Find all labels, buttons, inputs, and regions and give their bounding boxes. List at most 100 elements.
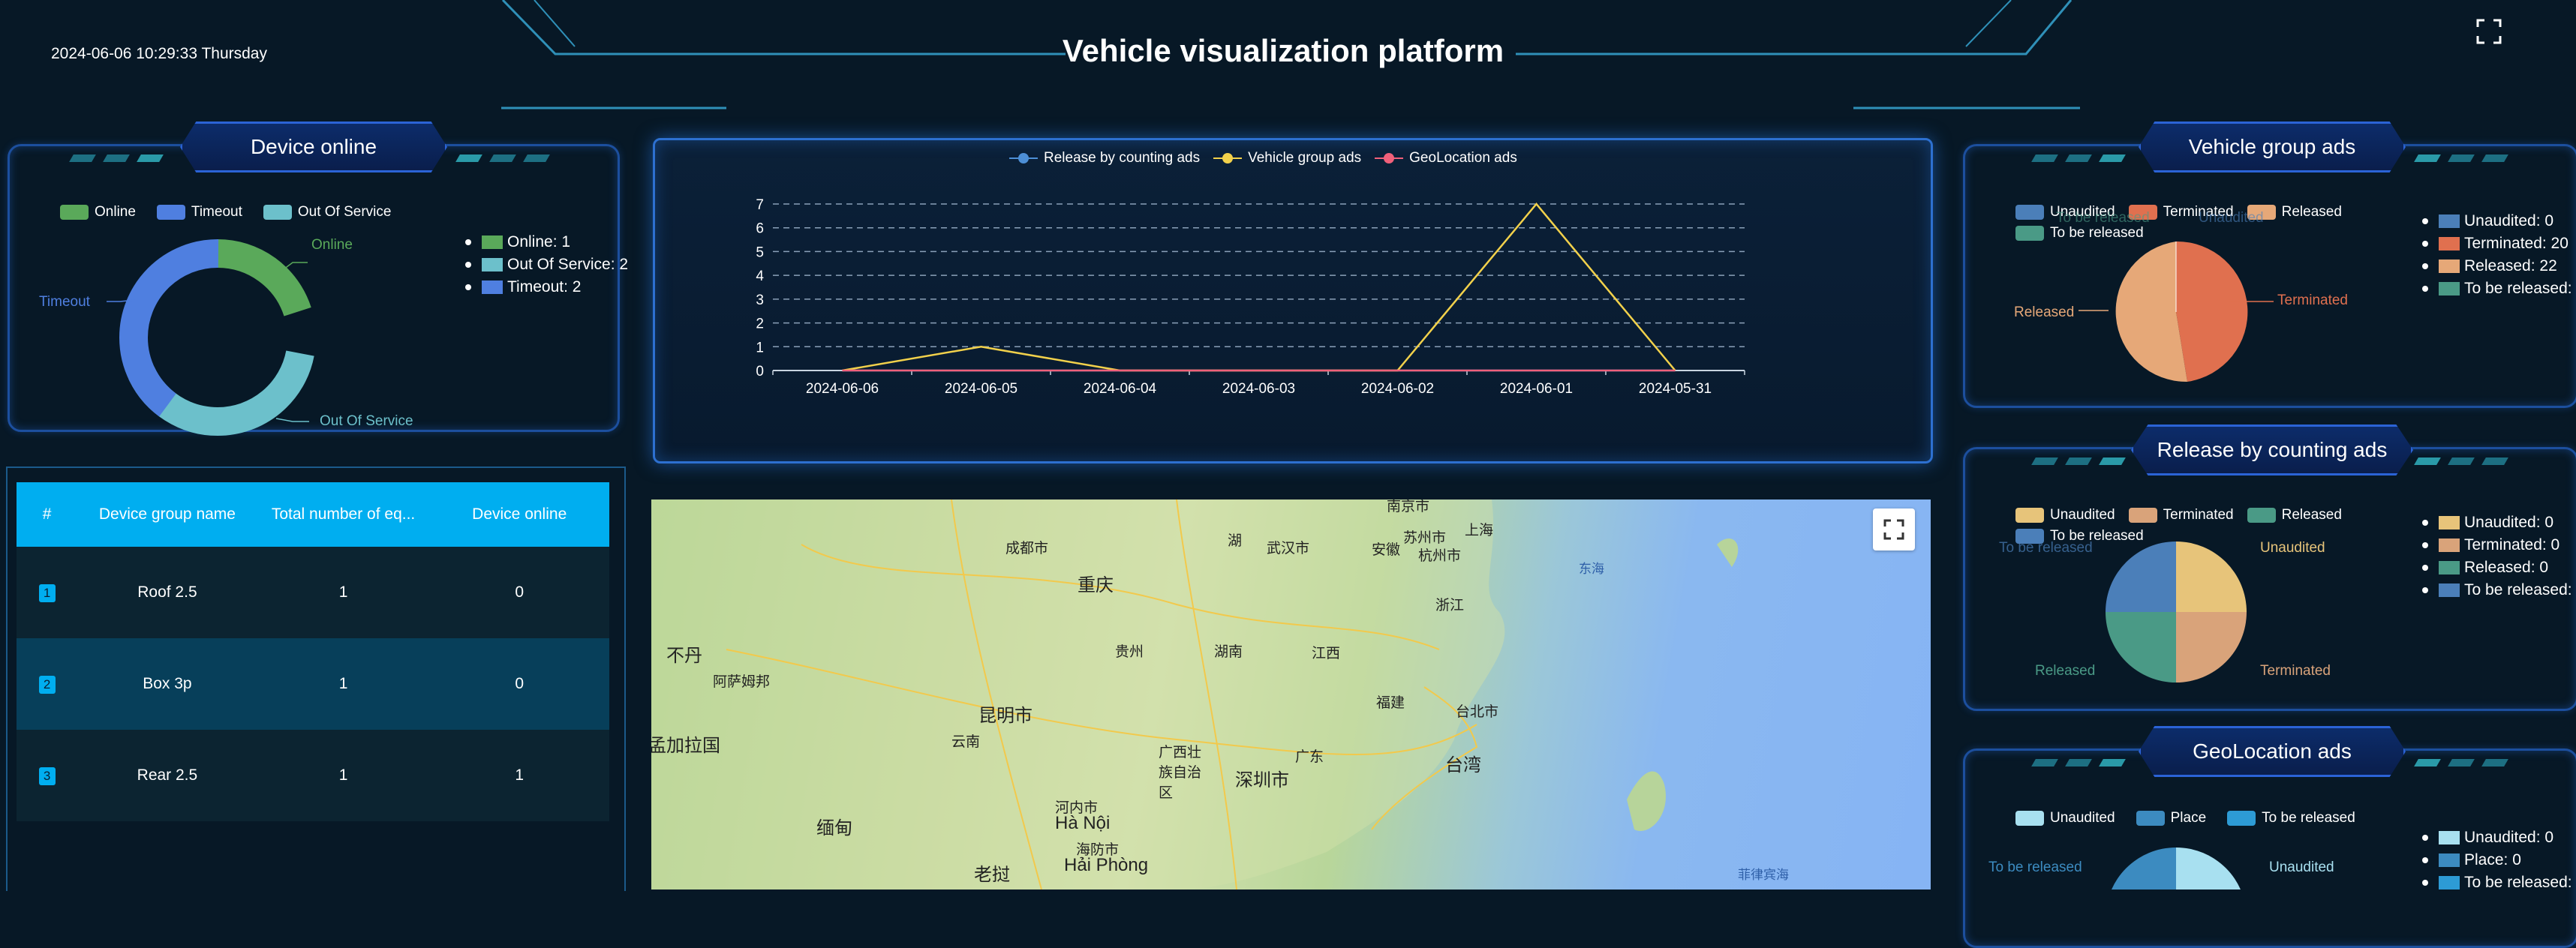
slice-label-terminated: Terminated	[2277, 292, 2348, 308]
total-equipment: 1	[257, 638, 430, 730]
counting-list: Unaudited: 0 Terminated: 0 Released: 0 T…	[2422, 512, 2576, 602]
panel-decoration	[2031, 759, 2058, 766]
fullscreen-icon	[1883, 519, 1904, 540]
map-label: 武汉市	[1267, 541, 1310, 556]
map-label: 台北市	[1456, 704, 1499, 720]
panel-decoration	[2414, 154, 2441, 162]
device-table: # Device group name Total number of eq..…	[17, 482, 609, 821]
counting-pie	[2106, 542, 2247, 682]
total-equipment: 1	[257, 730, 430, 821]
map-label: 不丹	[666, 646, 702, 666]
map-label: 江西	[1312, 646, 1341, 662]
pie-slice-to-be-released	[2106, 542, 2176, 612]
x-tick-label: 2024-06-01	[1500, 381, 1573, 397]
panel-decoration	[2099, 154, 2126, 162]
device-online-count: 1	[429, 730, 609, 821]
y-tick-label: 1	[756, 340, 764, 356]
panel-decoration	[2414, 458, 2441, 465]
panel-decoration	[2031, 154, 2058, 162]
panel-decoration	[2481, 759, 2508, 766]
map-label: 湖南	[1214, 644, 1243, 660]
slice-label-unaudited: Unaudited	[2269, 860, 2334, 875]
x-tick-label: 2024-06-05	[945, 381, 1017, 397]
list-item: Unaudited: 0	[2422, 512, 2576, 534]
map-label: 老挝	[974, 865, 1010, 885]
panel-decoration	[2414, 759, 2441, 766]
x-tick-label: 2024-06-04	[1084, 381, 1157, 397]
map-label: 湖	[1228, 533, 1243, 549]
map-label: 昆明市	[978, 706, 1033, 726]
vehicle-group-list: Unaudited: 0 Terminated: 20 Released: 22…	[2422, 210, 2576, 300]
list-item: Place: 0	[2422, 849, 2576, 872]
x-tick-label: 2024-05-31	[1639, 381, 1712, 397]
device-group-name: Roof 2.5	[77, 547, 257, 638]
map-view[interactable]: 南京市 成都市 武汉市 上海 苏州市 杭州市 安徽 湖 重庆 贵州 湖南 江西 …	[651, 500, 1931, 890]
slice-label-terminated: Terminated	[2260, 663, 2331, 679]
x-tick-label: 2024-06-02	[1361, 381, 1434, 397]
legend-item[interactable]: Released	[2247, 507, 2342, 524]
legend-item[interactable]: To be released	[2227, 810, 2355, 826]
table-row[interactable]: 1 Roof 2.5 1 0	[17, 547, 609, 638]
pie-slice-terminated	[2176, 612, 2247, 682]
panel-decoration	[2448, 154, 2475, 162]
column-header[interactable]: Device online	[429, 482, 609, 547]
table-row[interactable]: 3 Rear 2.5 1 1	[17, 730, 609, 821]
table-row[interactable]: 2 Box 3p 1 0	[17, 638, 609, 730]
map-label: 广东	[1295, 749, 1324, 765]
column-header[interactable]: #	[17, 482, 78, 547]
map-label: 杭州市	[1418, 548, 1462, 564]
map-label: 阿萨姆邦	[713, 674, 771, 690]
y-tick-label: 2	[756, 316, 764, 332]
column-header[interactable]: Total number of eq...	[257, 482, 430, 547]
counting-title: Release by counting ads	[2131, 424, 2413, 476]
panel-decoration	[2448, 458, 2475, 465]
device-group-name: Rear 2.5	[77, 730, 257, 821]
map-label: 重庆	[1078, 575, 1114, 596]
legend-item[interactable]: Place	[2136, 810, 2206, 826]
column-header[interactable]: Device group name	[77, 482, 257, 547]
y-tick-label: 4	[756, 268, 764, 284]
series-line	[842, 202, 1676, 372]
legend-item[interactable]: Terminated	[2128, 507, 2234, 524]
map-label: 缅甸	[816, 818, 852, 838]
geo-title: GeoLocation ads	[2139, 726, 2406, 777]
list-item: To be released: 0	[2422, 579, 2576, 602]
vehicle-group-title: Vehicle group ads	[2139, 122, 2406, 172]
x-tick-label: 2024-06-03	[1222, 381, 1295, 397]
panel-decoration	[2099, 458, 2126, 465]
map-label: 贵州	[1115, 644, 1144, 660]
map-label: 广西壮族自治区	[1159, 745, 1202, 801]
map-label: 东海	[1579, 562, 1604, 576]
vehicle-group-leader-lines	[2079, 301, 2274, 311]
slice-label-to-be-released: To be released	[1988, 860, 2082, 875]
slice-label-unaudited: Unaudited	[2260, 540, 2325, 556]
panel-decoration	[2481, 154, 2508, 162]
y-tick-label: 3	[756, 292, 764, 308]
list-item: To be released: 0	[2422, 872, 2576, 894]
map-label: 云南	[951, 734, 981, 750]
map-label: 浙江	[1435, 598, 1465, 614]
map-label: 深圳市	[1235, 770, 1289, 790]
list-item: Released: 0	[2422, 556, 2576, 579]
slice-label-released: Released	[2035, 663, 2096, 679]
y-tick-label: 6	[756, 221, 764, 237]
list-item: Terminated: 0	[2422, 534, 2576, 556]
map-fullscreen-button[interactable]	[1873, 508, 1915, 550]
x-tick-label: 2024-06-06	[806, 381, 879, 397]
geo-pie	[2112, 848, 2241, 890]
geo-legend: Unaudited Place To be released	[2015, 810, 2369, 826]
panel-decoration	[2448, 759, 2475, 766]
pie-slice-unaudited	[2176, 848, 2241, 890]
slice-label-released: Released	[2014, 304, 2075, 320]
slice-label-ghost: To be released	[2056, 210, 2150, 226]
map-label: 菲律宾海	[1738, 868, 1789, 882]
legend-item[interactable]: Unaudited	[2015, 810, 2115, 826]
list-item: Released: 22	[2422, 255, 2576, 278]
device-group-name: Box 3p	[77, 638, 257, 730]
map-label: 成都市	[1005, 541, 1049, 556]
list-item: To be released: 0	[2422, 278, 2576, 300]
legend-item[interactable]: Unaudited	[2015, 507, 2115, 524]
map-label: 南京市	[1387, 500, 1430, 514]
pie-slice-released	[2106, 612, 2176, 682]
map-label: 台湾	[1445, 755, 1481, 776]
